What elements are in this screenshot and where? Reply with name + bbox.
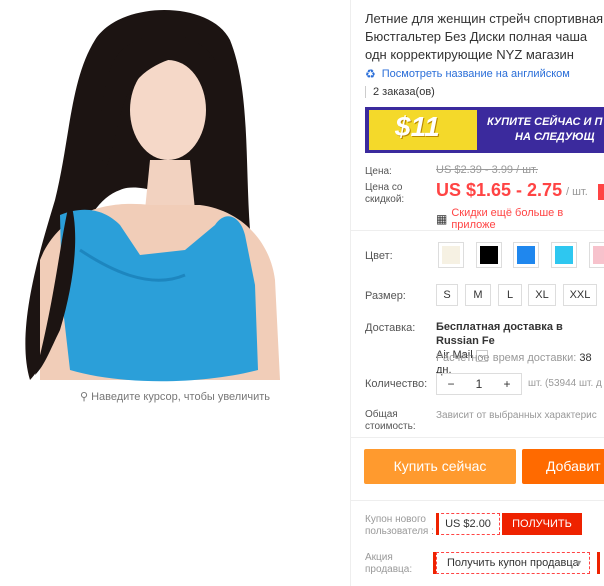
quantity-increase-button[interactable]: + — [493, 374, 521, 394]
quantity-decrease-button[interactable]: − — [437, 374, 465, 394]
section-divider — [350, 230, 604, 231]
swatch-fill — [442, 246, 460, 264]
promo-banner[interactable]: $11 КУПИТЕ СЕЙЧАС И П НА СЛЕДУЮЩ — [365, 107, 604, 153]
color-swatch-blue[interactable] — [513, 242, 539, 268]
size-label: Размер: — [365, 290, 406, 302]
size-option-s[interactable]: S — [436, 284, 458, 306]
get-coupon-button[interactable]: ПОЛУЧИТЬ — [502, 513, 582, 535]
swatch-fill — [480, 246, 498, 264]
shipping-method-line1: Бесплатная доставка в Russian Fe — [436, 321, 563, 347]
color-swatch-beige[interactable] — [438, 242, 464, 268]
size-option-m[interactable]: M — [465, 284, 491, 306]
size-option-xxl[interactable]: XXL — [563, 284, 597, 306]
swatch-fill — [555, 246, 573, 264]
color-swatch-cyan[interactable] — [551, 242, 577, 268]
banner-cta-line2: НА СЛЕДУЮЩ — [515, 131, 595, 143]
size-option-xl[interactable]: XL — [528, 284, 556, 306]
zoom-hint: ⚲ Наведите курсор, чтобы увеличить — [0, 390, 350, 403]
seller-coupon-select[interactable]: Получить купон продавца ▼ — [436, 552, 590, 574]
product-image[interactable] — [0, 0, 350, 400]
quantity-stepper[interactable]: − 1 + — [436, 373, 522, 395]
color-label: Цвет: — [365, 250, 393, 262]
chevron-down-icon: ▼ — [574, 558, 583, 568]
stock-info: шт. (53944 шт. д — [528, 378, 602, 389]
translate-link[interactable]: ♻ Посмотреть название на английском — [365, 67, 570, 81]
search-icon: ⚲ — [79, 391, 89, 403]
shipping-label: Доставка: — [365, 322, 416, 334]
swatch-fill — [517, 246, 535, 264]
column-divider — [350, 0, 351, 586]
banner-cta-line1: КУПИТЕ СЕЙЧАС И П — [487, 116, 603, 128]
orders-count: 2 заказа(ов) — [365, 86, 435, 98]
color-swatch-pink[interactable] — [589, 242, 604, 268]
seller-promo-label: Акция продавца: — [365, 552, 413, 575]
translate-link-text: Посмотреть название на английском — [381, 68, 570, 80]
buy-now-button[interactable]: Купить сейчас — [364, 449, 516, 484]
price-unit: / шт. — [566, 186, 588, 198]
product-title: Летние для женщин стрейч спортивная Бюст… — [365, 11, 604, 62]
seller-coupon-select-text: Получить купон продавца — [447, 557, 579, 569]
new-user-coupon-value: US $2.00 — [436, 513, 500, 535]
total-value: Зависит от выбранных характерис — [436, 410, 597, 421]
total-label: Общая стоимость: — [365, 409, 416, 432]
add-to-cart-button[interactable]: Добавит — [522, 449, 604, 484]
banner-price: $11 — [395, 111, 440, 142]
discount-price: US $1.65 - 2.75 — [436, 180, 563, 200]
app-discount-note[interactable]: ▦ Скидки ещё больше в приложе — [436, 207, 604, 231]
quantity-label: Количество: — [365, 378, 428, 390]
new-user-coupon-label: Купон нового пользователя : — [365, 514, 434, 537]
price-label: Цена: — [365, 166, 392, 177]
old-price: US $2.39 - 3.99 / шт. — [436, 164, 538, 176]
translate-icon: ♻ — [365, 67, 376, 81]
product-photo — [0, 0, 350, 400]
discount-price-label: Цена со скидкой: — [365, 182, 405, 205]
discount-tag — [598, 184, 604, 200]
swatch-fill — [593, 246, 604, 264]
app-discount-text: Скидки ещё больше в приложе — [451, 207, 564, 231]
quantity-input[interactable]: 1 — [465, 374, 493, 394]
zoom-hint-text: Наведите курсор, чтобы увеличить — [91, 391, 271, 403]
delivery-estimate-label: Расчётное время доставки: — [436, 352, 577, 364]
seller-right-mark — [597, 552, 600, 574]
qr-code-icon: ▦ — [436, 212, 448, 226]
color-swatch-black[interactable] — [476, 242, 502, 268]
size-option-l[interactable]: L — [498, 284, 522, 306]
banner-cta: КУПИТЕ СЕЙЧАС И П НА СЛЕДУЮЩ — [487, 115, 602, 145]
seller-left-mark — [433, 552, 436, 574]
section-divider — [350, 500, 604, 501]
coupon-left-mark — [436, 513, 439, 535]
section-divider — [350, 437, 604, 438]
